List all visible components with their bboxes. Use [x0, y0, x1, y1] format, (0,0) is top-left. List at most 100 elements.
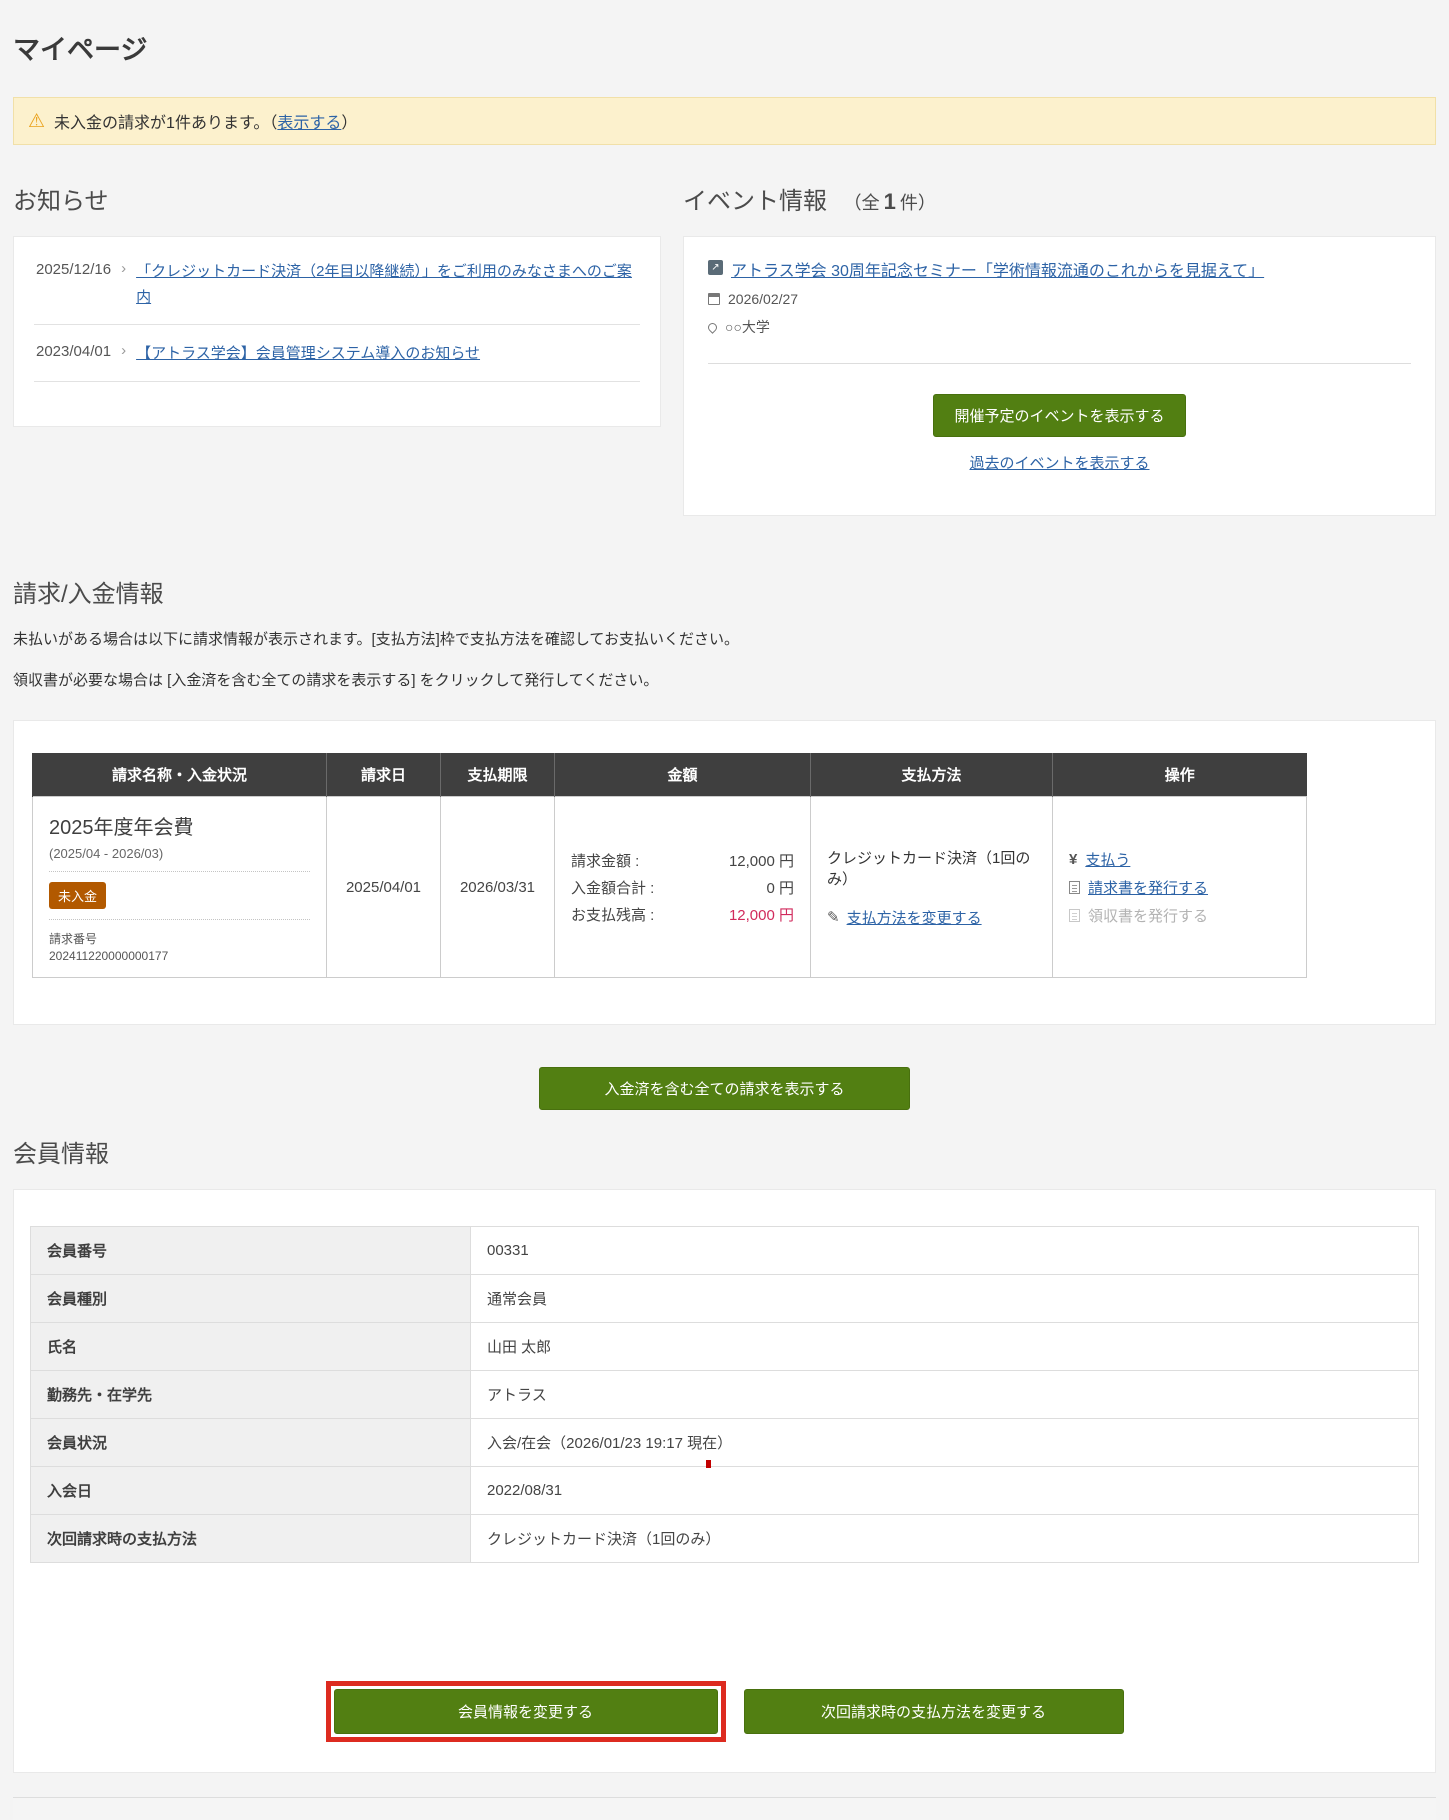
document-icon — [1069, 908, 1080, 922]
member-table: 会員番号 00331 会員種別 通常会員 氏名 山田 太郎 勤務先・在学先 アト… — [30, 1226, 1419, 1563]
notices-section: お知らせ 2025/12/16 › 「クレジットカード決済（2年目以降継続）」を… — [13, 181, 661, 427]
member-field-label: 会員種別 — [30, 1274, 471, 1323]
external-link-icon: ↗ — [708, 260, 723, 275]
page: マイページ ⚠ 未入金の請求が1件あります。（表示する） お知らせ 2025/1… — [0, 0, 1449, 1820]
billing-description-2: 領収書が必要な場合は [入金済を含む全ての請求を表示する] をクリックして発行し… — [13, 671, 659, 689]
show-all-wrap: 入金済を含む全ての請求を表示する — [13, 1067, 1436, 1110]
member-field-label: 氏名 — [30, 1322, 471, 1371]
issue-receipt-link-disabled: 領収書を発行する — [1088, 907, 1209, 925]
notice-date: 2025/12/16 — [36, 261, 112, 278]
page-title: マイページ — [13, 35, 148, 65]
header-bill-date: 請求日 — [326, 753, 441, 797]
change-payment-method-link[interactable]: 支払方法を変更する — [847, 907, 982, 928]
invoice-number: 202411220000000177 — [49, 949, 169, 963]
member-field-label: 会員番号 — [30, 1226, 471, 1275]
invoice-number-label: 請求番号 — [49, 932, 98, 946]
issue-invoice-link[interactable]: 請求書を発行する — [1088, 877, 1208, 898]
billing-heading: 請求/入金情報 — [13, 581, 164, 608]
show-unpaid-link[interactable]: 表示する — [277, 115, 341, 132]
actions-cell: ¥ 支払う 請求書を発行する 領収書を発行する — [1052, 796, 1307, 978]
change-payment-row: ✎ 支払方法を変更する — [827, 907, 1036, 928]
member-field-value: 00331 — [470, 1226, 1419, 1275]
member-field-value: 入会/在会（2026/01/23 19:17 現在） — [470, 1418, 1419, 1467]
calendar-icon — [708, 293, 720, 305]
pencil-icon: ✎ — [827, 909, 840, 926]
divider — [708, 363, 1411, 364]
amounts: 請求金額 : 12,000 円 入金額合計 : 0 円 お支払残高 : 12,0… — [571, 847, 794, 928]
billing-table-row: 2025年度年会費 (2025/04 - 2026/03) 未入金 請求番号 2… — [32, 796, 1307, 978]
events-count-prefix: （全 — [843, 193, 880, 213]
location-pin-icon — [706, 320, 719, 334]
events-card: ↗ アトラス学会 30周年記念セミナー「学術情報流通のこれからを見据えて」 20… — [683, 236, 1436, 516]
notices-card: 2025/12/16 › 「クレジットカード決済（2年目以降継続）」をご利用のみ… — [13, 236, 661, 427]
payment-method-text: クレジットカード決済（1回のみ） — [827, 849, 1031, 888]
member-card: 会員番号 00331 会員種別 通常会員 氏名 山田 太郎 勤務先・在学先 アト… — [13, 1189, 1436, 1773]
header-amount: 金額 — [554, 753, 811, 797]
red-marker — [706, 1460, 711, 1468]
events-heading-label: イベント情報 — [683, 188, 827, 215]
billing-description-1: 未払いがある場合は以下に請求情報が表示されます。[支払方法]枠で支払方法を確認し… — [13, 631, 739, 648]
paid-amount-label: 入金額合計 : — [571, 879, 655, 897]
member-row: 入会日 2022/08/31 — [30, 1466, 1419, 1515]
notice-link[interactable]: 【アトラス学会】会員管理システム導入のお知らせ — [136, 341, 480, 367]
chevron-right-icon: › — [121, 342, 127, 359]
invoice-name: 2025年度年会費 — [49, 817, 194, 839]
highlight-box: 会員情報を変更する — [325, 1681, 726, 1742]
balance-line: お支払残高 : 12,000 円 — [571, 901, 794, 928]
member-row: 次回請求時の支払方法 クレジットカード決済（1回のみ） — [30, 1514, 1419, 1563]
receipt-action-disabled: 領収書を発行する — [1069, 905, 1290, 926]
member-section: 会員情報 会員番号 00331 会員種別 通常会員 氏名 山田 太郎 勤務先・在… — [13, 1134, 1436, 1773]
events-count: （全 1 件） — [843, 189, 936, 214]
billing-section: 請求/入金情報 未払いがある場合は以下に請求情報が表示されます。[支払方法]枠で… — [13, 574, 1436, 1110]
unpaid-warning-banner: ⚠ 未入金の請求が1件あります。（表示する） — [13, 97, 1436, 145]
event-date-row: 2026/02/27 — [708, 291, 1411, 307]
header-invoice-name: 請求名称・入金状況 — [32, 753, 327, 797]
notices-heading: お知らせ — [13, 188, 109, 215]
pay-link[interactable]: 支払う — [1085, 849, 1130, 870]
member-field-label: 入会日 — [30, 1466, 471, 1515]
show-past-events-link[interactable]: 過去のイベントを表示する — [969, 452, 1149, 473]
member-heading: 会員情報 — [13, 1141, 109, 1168]
show-all-invoices-button[interactable]: 入金済を含む全ての請求を表示する — [539, 1067, 910, 1110]
member-row: 勤務先・在学先 アトラス — [30, 1370, 1419, 1419]
payment-method-cell: クレジットカード決済（1回のみ） ✎ 支払方法を変更する — [810, 796, 1053, 978]
billed-amount-line: 請求金額 : 12,000 円 — [571, 847, 794, 874]
bill-date-cell: 2025/04/01 — [326, 796, 441, 978]
events-heading: イベント情報 （全 1 件） — [683, 181, 1436, 216]
event-title-link[interactable]: アトラス学会 30周年記念セミナー「学術情報流通のこれからを見据えて」 — [731, 257, 1264, 281]
member-row: 会員状況 入会/在会（2026/01/23 19:17 現在） — [30, 1418, 1419, 1467]
notice-item: 2023/04/01 › 【アトラス学会】会員管理システム導入のお知らせ — [34, 325, 640, 382]
due-date-cell: 2026/03/31 — [440, 796, 555, 978]
warning-text-before: 未入金の請求が1件あります。（ — [54, 115, 278, 132]
change-next-payment-button[interactable]: 次回請求時の支払方法を変更する — [743, 1689, 1124, 1734]
billing-table: 請求名称・入金状況 請求日 支払期限 金額 支払方法 操作 2025年度年会費 … — [32, 753, 1307, 978]
member-row: 氏名 山田 太郎 — [30, 1322, 1419, 1371]
events-count-number: 1 — [883, 189, 896, 214]
event-item: ↗ アトラス学会 30周年記念セミナー「学術情報流通のこれからを見据えて」 — [708, 257, 1411, 281]
document-icon — [1069, 880, 1080, 894]
member-field-value: 通常会員 — [470, 1274, 1419, 1323]
paid-amount-value: 0 円 — [766, 879, 794, 897]
warning-text-after: ） — [341, 115, 358, 132]
chevron-right-icon: › — [121, 260, 127, 277]
notice-item: 2025/12/16 › 「クレジットカード決済（2年目以降継続）」をご利用のみ… — [34, 243, 640, 325]
member-field-value: 山田 太郎 — [470, 1322, 1419, 1371]
events-section: イベント情報 （全 1 件） ↗ アトラス学会 30周年記念セミナー「学術情報流通の… — [683, 181, 1436, 516]
member-buttons: 会員情報を変更する 次回請求時の支払方法を変更する — [30, 1681, 1419, 1742]
invoice-action: 請求書を発行する — [1069, 877, 1290, 898]
event-date: 2026/02/27 — [728, 291, 799, 307]
event-actions: 開催予定のイベントを表示する 過去のイベントを表示する — [708, 394, 1411, 473]
member-field-label: 次回請求時の支払方法 — [30, 1514, 471, 1563]
balance-value: 12,000 円 — [728, 906, 794, 924]
warning-icon: ⚠ — [28, 110, 46, 132]
member-field-label: 勤務先・在学先 — [30, 1370, 471, 1419]
billing-table-header-row: 請求名称・入金状況 請求日 支払期限 金額 支払方法 操作 — [32, 753, 1307, 797]
notice-link[interactable]: 「クレジットカード決済（2年目以降継続）」をご利用のみなさまへのご案内 — [136, 259, 638, 310]
status-badge-row: 未入金 — [49, 872, 310, 920]
amount-cell: 請求金額 : 12,000 円 入金額合計 : 0 円 お支払残高 : 12,0… — [554, 796, 811, 978]
edit-member-info-button[interactable]: 会員情報を変更する — [333, 1689, 718, 1734]
show-upcoming-events-button[interactable]: 開催予定のイベントを表示する — [933, 394, 1186, 437]
pay-action: ¥ 支払う — [1069, 849, 1290, 870]
yen-icon: ¥ — [1069, 850, 1078, 868]
paid-amount-line: 入金額合計 : 0 円 — [571, 874, 794, 901]
